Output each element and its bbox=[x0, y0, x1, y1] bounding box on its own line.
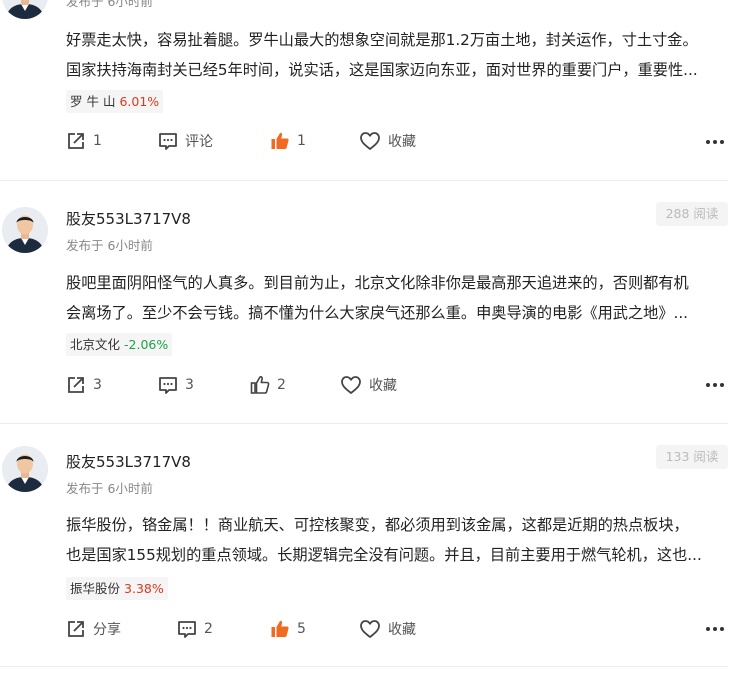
stock-name: 振华股份 bbox=[70, 581, 121, 596]
like-button[interactable]: 2 bbox=[250, 375, 286, 395]
post-content-line: 振华股份，铬金属！！商业航天、可控核聚变，都必须用到该金属，这都是近期的热点板块… bbox=[66, 516, 689, 534]
divider bbox=[0, 666, 728, 667]
post-time: 发布于 6小时前 bbox=[66, 238, 153, 253]
like-button[interactable]: 5 bbox=[270, 619, 306, 639]
divider bbox=[0, 180, 728, 181]
post-content-line: 会离场了。至少不会亏钱。搞不懂为什么大家戾气还那么重。申奥导演的电影《用武之地》… bbox=[66, 304, 688, 322]
share-icon bbox=[68, 377, 84, 393]
favorite-label: 收藏 bbox=[388, 622, 416, 638]
more-options-icon[interactable] bbox=[706, 627, 724, 631]
comment-label: 评论 bbox=[185, 134, 213, 150]
read-count-badge: 288 阅读 bbox=[656, 202, 728, 226]
stock-change: 6.01% bbox=[119, 94, 160, 109]
stock-tag[interactable]: 振华股份 3.38% bbox=[66, 577, 168, 600]
more-options-icon[interactable] bbox=[706, 383, 724, 387]
like-count: 1 bbox=[297, 133, 306, 149]
avatar[interactable] bbox=[2, 0, 48, 19]
thumbs-up-icon bbox=[271, 132, 289, 149]
username[interactable]: 股友553L3717V8 bbox=[66, 208, 191, 229]
post-content[interactable]: 振华股份，铬金属！！商业航天、可控核聚变，都必须用到该金属，这都是近期的热点板块… bbox=[66, 510, 728, 570]
divider bbox=[0, 423, 728, 424]
thumbs-up-icon bbox=[250, 376, 270, 394]
post-content-line: 股吧里面阴阳怪气的人真多。到目前为止，北京文化除非你是最高那天追进来的，否则都有… bbox=[66, 274, 689, 292]
share-count: 1 bbox=[93, 133, 102, 149]
like-count: 5 bbox=[297, 621, 306, 637]
stock-name: 罗 牛 山 bbox=[70, 94, 116, 109]
stock-tag[interactable]: 北京文化 -2.06% bbox=[66, 333, 173, 356]
like-button[interactable]: 1 bbox=[270, 131, 306, 151]
post-content-line: 也是国家155规划的重点领域。长期逻辑完全没有问题。并且，目前主要用于燃气轮机，… bbox=[66, 546, 702, 564]
share-button[interactable]: 1 bbox=[66, 131, 102, 151]
stock-change: -2.06% bbox=[124, 337, 169, 352]
username[interactable]: 股友553L3717V8 bbox=[66, 451, 191, 472]
stock-name: 北京文化 bbox=[70, 337, 121, 352]
comment-count: 3 bbox=[185, 377, 194, 393]
share-button[interactable]: 3 bbox=[66, 375, 102, 395]
more-options-icon[interactable] bbox=[706, 140, 724, 144]
post-content-line: 好票走太快，容易扯着腿。罗牛山最大的想象空间就是那1.2万亩土地，封关运作，寸土… bbox=[66, 31, 698, 49]
post-time: 发布于 6小时前 bbox=[66, 0, 153, 9]
share-icon bbox=[68, 133, 84, 149]
post-content[interactable]: 好票走太快，容易扯着腿。罗牛山最大的想象空间就是那1.2万亩土地，封关运作，寸土… bbox=[66, 25, 728, 85]
favorite-button[interactable]: 收藏 bbox=[359, 619, 416, 639]
favorite-label: 收藏 bbox=[388, 134, 416, 150]
comment-button[interactable]: 评论 bbox=[158, 131, 213, 151]
comment-icon bbox=[159, 133, 177, 150]
read-count-badge: 133 阅读 bbox=[656, 445, 728, 469]
post-content-line: 国家扶持海南封关已经5年时间，说实话，这是国家迈向东亚，面对世界的重要门户，重要… bbox=[66, 61, 698, 79]
favorite-button[interactable]: 收藏 bbox=[359, 131, 416, 151]
comment-button[interactable]: 2 bbox=[177, 619, 213, 639]
avatar[interactable] bbox=[2, 446, 48, 492]
stock-change: 3.38% bbox=[124, 581, 164, 596]
thumbs-up-icon bbox=[271, 620, 289, 637]
comment-icon bbox=[159, 377, 177, 394]
share-icon bbox=[68, 621, 84, 637]
share-count: 3 bbox=[93, 377, 102, 393]
heart-icon bbox=[360, 620, 380, 638]
post-content[interactable]: 股吧里面阴阳怪气的人真多。到目前为止，北京文化除非你是最高那天追进来的，否则都有… bbox=[66, 268, 728, 328]
heart-icon bbox=[341, 376, 361, 394]
like-count: 2 bbox=[277, 377, 286, 393]
heart-icon bbox=[360, 132, 380, 150]
share-label: 分享 bbox=[93, 622, 121, 638]
stock-tag[interactable]: 罗 牛 山 6.01% bbox=[66, 90, 164, 113]
favorite-label: 收藏 bbox=[369, 378, 397, 394]
comment-count: 2 bbox=[204, 621, 213, 637]
comment-button[interactable]: 3 bbox=[158, 375, 194, 395]
comment-icon bbox=[178, 621, 196, 638]
share-button[interactable]: 分享 bbox=[66, 619, 121, 639]
avatar[interactable] bbox=[2, 207, 48, 253]
favorite-button[interactable]: 收藏 bbox=[340, 375, 397, 395]
post-time: 发布于 6小时前 bbox=[66, 481, 153, 496]
